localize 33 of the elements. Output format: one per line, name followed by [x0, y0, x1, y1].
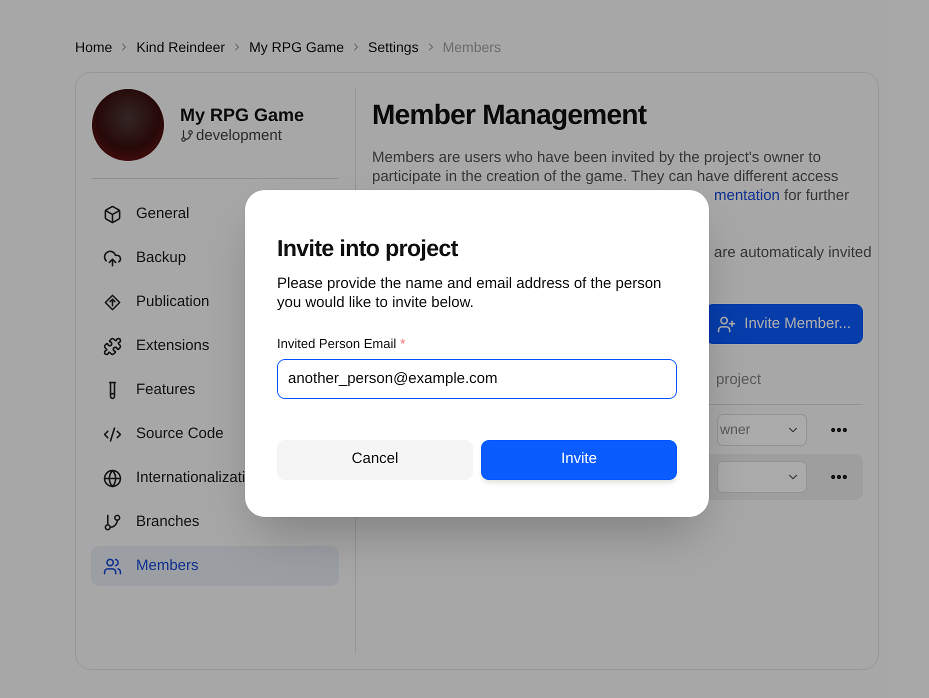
user-plus-icon: [717, 314, 736, 334]
email-input[interactable]: another_person@example.com: [277, 358, 677, 398]
branch-icon: [103, 512, 122, 532]
breadcrumb-link[interactable]: Home: [75, 36, 112, 58]
sidebar-item[interactable]: Members: [91, 546, 339, 586]
breadcrumb-link[interactable]: Settings: [368, 36, 419, 58]
description-text: are automaticaly invited: [714, 243, 872, 262]
breadcrumb-link[interactable]: Kind Reindeer: [136, 36, 226, 58]
description-text: for further: [783, 186, 850, 205]
page-title: Member Management: [372, 98, 648, 132]
branch-icon: [180, 129, 194, 143]
sidebar-item[interactable]: Branches: [91, 502, 339, 542]
dialog-title: Invite into project: [277, 234, 459, 262]
cancel-button[interactable]: Cancel: [277, 440, 473, 480]
code-icon: [103, 424, 122, 444]
branch-name: development: [196, 126, 282, 146]
cloud-upload-icon: [103, 248, 122, 268]
field-label: Invited Person Email: [277, 335, 396, 353]
invite-button[interactable]: Invite: [481, 440, 677, 480]
globe-icon: [103, 468, 122, 488]
dialog-description: Please provide the name and email address of the person you would like to invite below.: [277, 274, 662, 312]
documentation-link[interactable]: mentation: [714, 186, 780, 205]
cube-icon: [103, 204, 122, 224]
puzzle-icon: [103, 336, 122, 356]
required-mark: *: [400, 335, 406, 353]
description-text: Members are users who have been invited by the project's owner to: [372, 148, 822, 167]
description-text: participate in the creation of the game. They can have different access: [372, 167, 840, 186]
sidebar-item[interactable]: General: [91, 194, 339, 234]
project-name: My RPG Game: [180, 104, 304, 126]
breadcrumb-link[interactable]: My RPG Game: [249, 36, 344, 58]
users-icon: [103, 556, 122, 576]
section-heading: project: [716, 370, 762, 390]
diamond-arrow-icon: [103, 292, 122, 312]
